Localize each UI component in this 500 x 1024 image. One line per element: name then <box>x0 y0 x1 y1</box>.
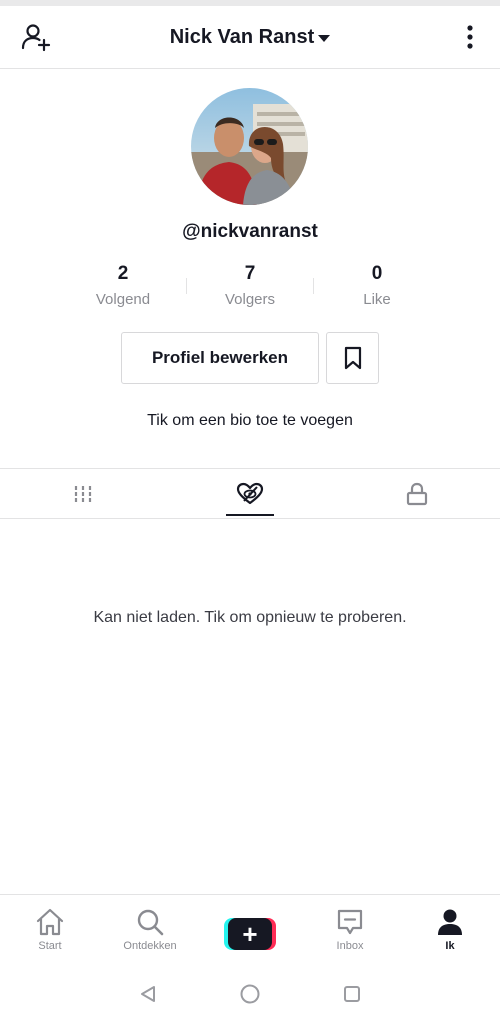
plus-icon: + <box>228 918 272 950</box>
stat-following[interactable]: 2 Volgend <box>60 262 186 308</box>
more-vertical-icon <box>467 25 473 49</box>
lock-icon <box>406 482 428 505</box>
stat-likes-label: Like <box>363 291 391 308</box>
tab-videos[interactable] <box>0 469 166 518</box>
nav-start[interactable]: Start <box>0 895 100 965</box>
stat-likes[interactable]: 0 Like <box>314 262 440 308</box>
more-options-button[interactable] <box>452 20 488 54</box>
grid-icon <box>74 485 92 502</box>
bio-prompt[interactable]: Tik om een bio toe te voegen <box>0 412 500 430</box>
stat-followers-count: 7 <box>244 263 256 284</box>
inbox-icon <box>337 909 363 935</box>
stat-followers-label: Volgers <box>224 291 276 308</box>
stat-likes-count: 0 <box>371 263 383 284</box>
avatar[interactable] <box>191 88 308 205</box>
recents-square-icon <box>344 986 360 1002</box>
nav-inbox[interactable]: Inbox <box>300 895 400 965</box>
account-switcher[interactable]: Nick Van Ranst <box>0 6 500 68</box>
stat-followers[interactable]: 7 Volgers <box>187 262 313 308</box>
home-circle-icon <box>240 984 260 1004</box>
back-triangle-icon <box>141 986 155 1002</box>
nav-start-label: Start <box>38 940 62 952</box>
system-recents-button[interactable] <box>322 964 382 1024</box>
heart-hidden-icon <box>236 482 264 504</box>
chevron-down-icon <box>318 34 331 42</box>
profile-title: Nick Van Ranst <box>169 25 315 48</box>
system-back-button[interactable] <box>118 964 178 1024</box>
username: @nickvanranst <box>182 221 318 242</box>
system-navigation-bar <box>0 964 500 1024</box>
create-video-button[interactable]: + <box>224 918 276 950</box>
nav-discover[interactable]: Ontdekken <box>100 895 200 965</box>
nav-inbox-label: Inbox <box>336 940 364 952</box>
tab-private[interactable] <box>334 469 500 518</box>
edit-profile-button[interactable]: Profiel bewerken <box>121 332 319 384</box>
stat-following-label: Volgend <box>95 291 151 308</box>
nav-profile[interactable]: Ik <box>400 895 500 965</box>
search-icon <box>137 909 164 936</box>
person-icon <box>438 909 462 935</box>
load-error-message[interactable]: Kan niet laden. Tik om opnieuw te prober… <box>0 609 500 627</box>
tab-liked[interactable] <box>167 469 333 518</box>
bookmark-icon <box>344 346 361 370</box>
home-icon <box>36 908 64 936</box>
nav-profile-label: Ik <box>445 940 455 952</box>
active-tab-indicator <box>226 514 274 516</box>
favorites-button[interactable] <box>326 332 379 384</box>
top-bar: Nick Van Ranst <box>0 6 500 69</box>
stat-following-count: 2 <box>117 263 129 284</box>
system-home-button[interactable] <box>220 964 280 1024</box>
profile-tabs <box>0 468 500 519</box>
nav-discover-label: Ontdekken <box>123 940 177 952</box>
